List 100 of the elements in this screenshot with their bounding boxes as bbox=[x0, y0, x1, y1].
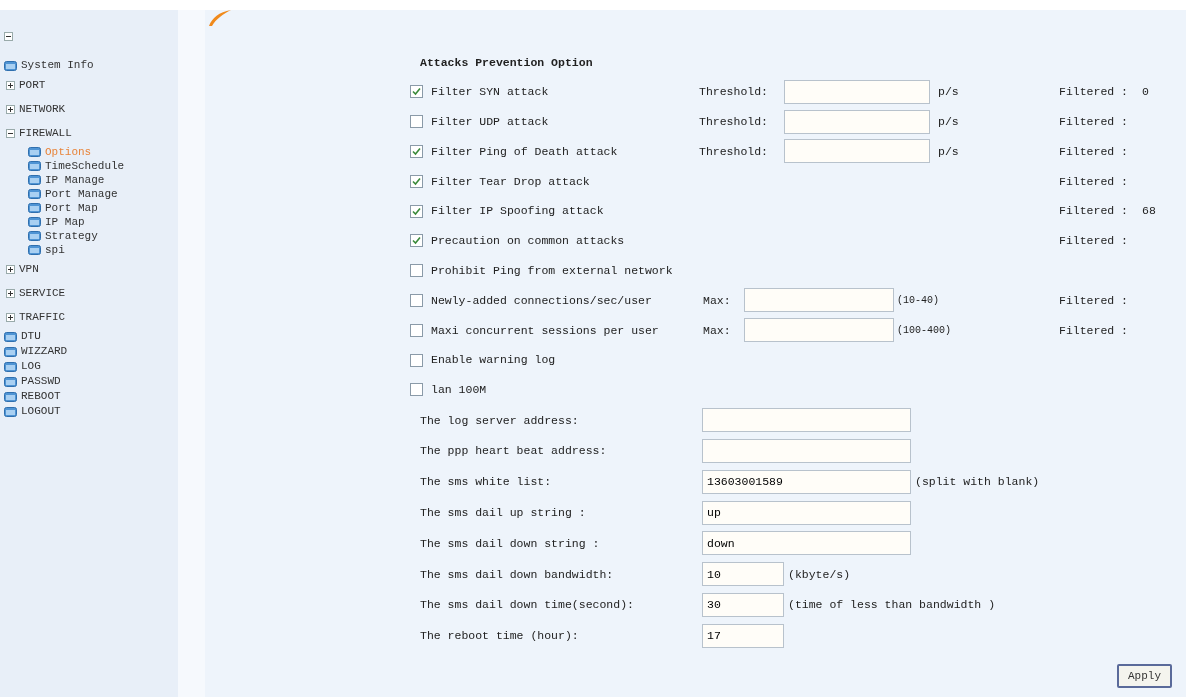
window-icon bbox=[28, 147, 41, 157]
input-field[interactable]: 10 bbox=[702, 562, 784, 587]
tree-item[interactable]: LOG bbox=[21, 358, 41, 375]
checkbox[interactable] bbox=[410, 234, 423, 248]
option-label: Newly-added connections/sec/user bbox=[431, 292, 653, 309]
window-icon bbox=[4, 406, 17, 417]
collapse-icon[interactable] bbox=[4, 32, 13, 41]
unit-label: p/s bbox=[938, 84, 959, 101]
tree-item[interactable]: TRAFFIC bbox=[19, 308, 66, 326]
checkbox[interactable] bbox=[410, 204, 423, 218]
filtered-count: 68 bbox=[1142, 203, 1156, 220]
tree-item[interactable]: PORT bbox=[19, 76, 46, 94]
option-label: Precaution on common attacks bbox=[431, 233, 626, 250]
window-icon bbox=[28, 217, 41, 227]
filtered-label: Filtered : bbox=[1059, 173, 1128, 190]
input-field[interactable]: 13603001589 bbox=[702, 469, 911, 494]
filtered-label: Filtered : bbox=[1059, 322, 1128, 339]
checkbox[interactable] bbox=[410, 115, 423, 129]
setting-label: The sms dail up string : bbox=[420, 504, 587, 521]
input-field[interactable] bbox=[702, 438, 911, 463]
tree-item[interactable]: FIREWALL bbox=[19, 124, 72, 142]
filtered-label: Filtered : bbox=[1059, 292, 1128, 309]
collapse-icon[interactable] bbox=[6, 128, 15, 138]
window-icon bbox=[4, 60, 17, 71]
tree-item[interactable]: WIZZARD bbox=[21, 343, 68, 360]
setting-label: The ppp heart beat address: bbox=[420, 443, 608, 460]
hint-text: (time of less than bandwidth ) bbox=[788, 597, 996, 614]
checkbox[interactable] bbox=[410, 85, 423, 99]
input-field[interactable] bbox=[784, 109, 930, 134]
window-icon bbox=[4, 361, 17, 372]
setting-label: The log server address: bbox=[420, 412, 580, 429]
field-label: Max: bbox=[703, 292, 732, 309]
option-label: Filter SYN attack bbox=[431, 84, 550, 101]
field-label: Threshold: bbox=[699, 143, 769, 160]
apply-button[interactable]: Apply bbox=[1117, 663, 1172, 688]
input-field[interactable] bbox=[744, 318, 894, 343]
expand-icon[interactable] bbox=[6, 312, 15, 322]
input-field[interactable] bbox=[744, 288, 894, 313]
option-label: Filter UDP attack bbox=[431, 114, 550, 131]
option-label: Prohibit Ping from external network bbox=[431, 263, 674, 280]
input-field[interactable] bbox=[784, 139, 930, 164]
filtered-label: Filtered : bbox=[1059, 84, 1128, 101]
unit-label: p/s bbox=[938, 114, 959, 131]
checkbox[interactable] bbox=[410, 323, 423, 337]
window-icon bbox=[28, 245, 41, 255]
option-label: Maxi concurrent sessions per user bbox=[431, 322, 660, 339]
checkbox[interactable] bbox=[410, 174, 423, 188]
option-label: lan 100M bbox=[431, 382, 488, 399]
filtered-label: Filtered : bbox=[1059, 143, 1128, 160]
setting-label: The sms dail down string : bbox=[420, 535, 601, 552]
setting-label: The reboot time (hour): bbox=[420, 628, 580, 645]
window-icon bbox=[28, 175, 41, 185]
swoosh-icon bbox=[209, 10, 231, 26]
option-label: Filter IP Spoofing attack bbox=[431, 203, 605, 220]
tree-item[interactable]: DTU bbox=[21, 328, 41, 345]
checkbox[interactable] bbox=[410, 383, 423, 397]
filtered-label: Filtered : bbox=[1059, 114, 1128, 131]
window-icon bbox=[28, 161, 41, 171]
filtered-label: Filtered : bbox=[1059, 203, 1128, 220]
option-label: Filter Tear Drop attack bbox=[431, 173, 591, 190]
checkbox[interactable] bbox=[410, 264, 423, 278]
window-icon bbox=[28, 189, 41, 199]
tree-item[interactable]: NETWORK bbox=[19, 100, 66, 118]
tree-item[interactable]: VPN bbox=[19, 260, 39, 278]
field-label: Threshold: bbox=[699, 84, 769, 101]
hint-text: (split with blank) bbox=[915, 474, 1040, 491]
expand-icon[interactable] bbox=[6, 80, 15, 90]
option-label: Filter Ping of Death attack bbox=[431, 143, 619, 160]
window-icon bbox=[4, 391, 17, 402]
field-label: Threshold: bbox=[699, 114, 769, 131]
window-icon bbox=[4, 331, 17, 342]
input-field[interactable] bbox=[784, 79, 930, 104]
unit-label: (10-40) bbox=[897, 293, 939, 308]
checkbox[interactable] bbox=[410, 353, 423, 367]
section-title: Attacks Prevention Option bbox=[420, 55, 594, 71]
input-field[interactable]: 17 bbox=[702, 623, 784, 648]
expand-icon[interactable] bbox=[6, 264, 15, 274]
filtered-count: 0 bbox=[1142, 84, 1149, 101]
filtered-label: Filtered : bbox=[1059, 233, 1128, 250]
window-icon bbox=[28, 231, 41, 241]
expand-icon[interactable] bbox=[6, 288, 15, 298]
tree-item[interactable]: SERVICE bbox=[19, 284, 66, 302]
hint-text: (kbyte/s) bbox=[788, 566, 851, 583]
setting-label: The sms white list: bbox=[420, 474, 553, 491]
input-field[interactable] bbox=[702, 408, 911, 433]
tree-item[interactable]: REBOOT bbox=[21, 388, 61, 405]
unit-label: p/s bbox=[938, 143, 959, 160]
tree-item[interactable]: System Info bbox=[21, 57, 94, 74]
input-field[interactable]: 30 bbox=[702, 592, 784, 617]
unit-label: (100-400) bbox=[897, 323, 951, 338]
tree-item[interactable]: PASSWD bbox=[21, 373, 61, 390]
setting-label: The sms dail down time(second): bbox=[420, 597, 635, 614]
input-field[interactable]: up bbox=[702, 500, 911, 525]
tree-item[interactable]: LOGOUT bbox=[21, 403, 61, 420]
checkbox[interactable] bbox=[410, 293, 423, 307]
option-label: Enable warning log bbox=[431, 352, 557, 369]
window-icon bbox=[4, 376, 17, 387]
expand-icon[interactable] bbox=[6, 104, 15, 114]
input-field[interactable]: down bbox=[702, 531, 911, 556]
checkbox[interactable] bbox=[410, 145, 423, 158]
